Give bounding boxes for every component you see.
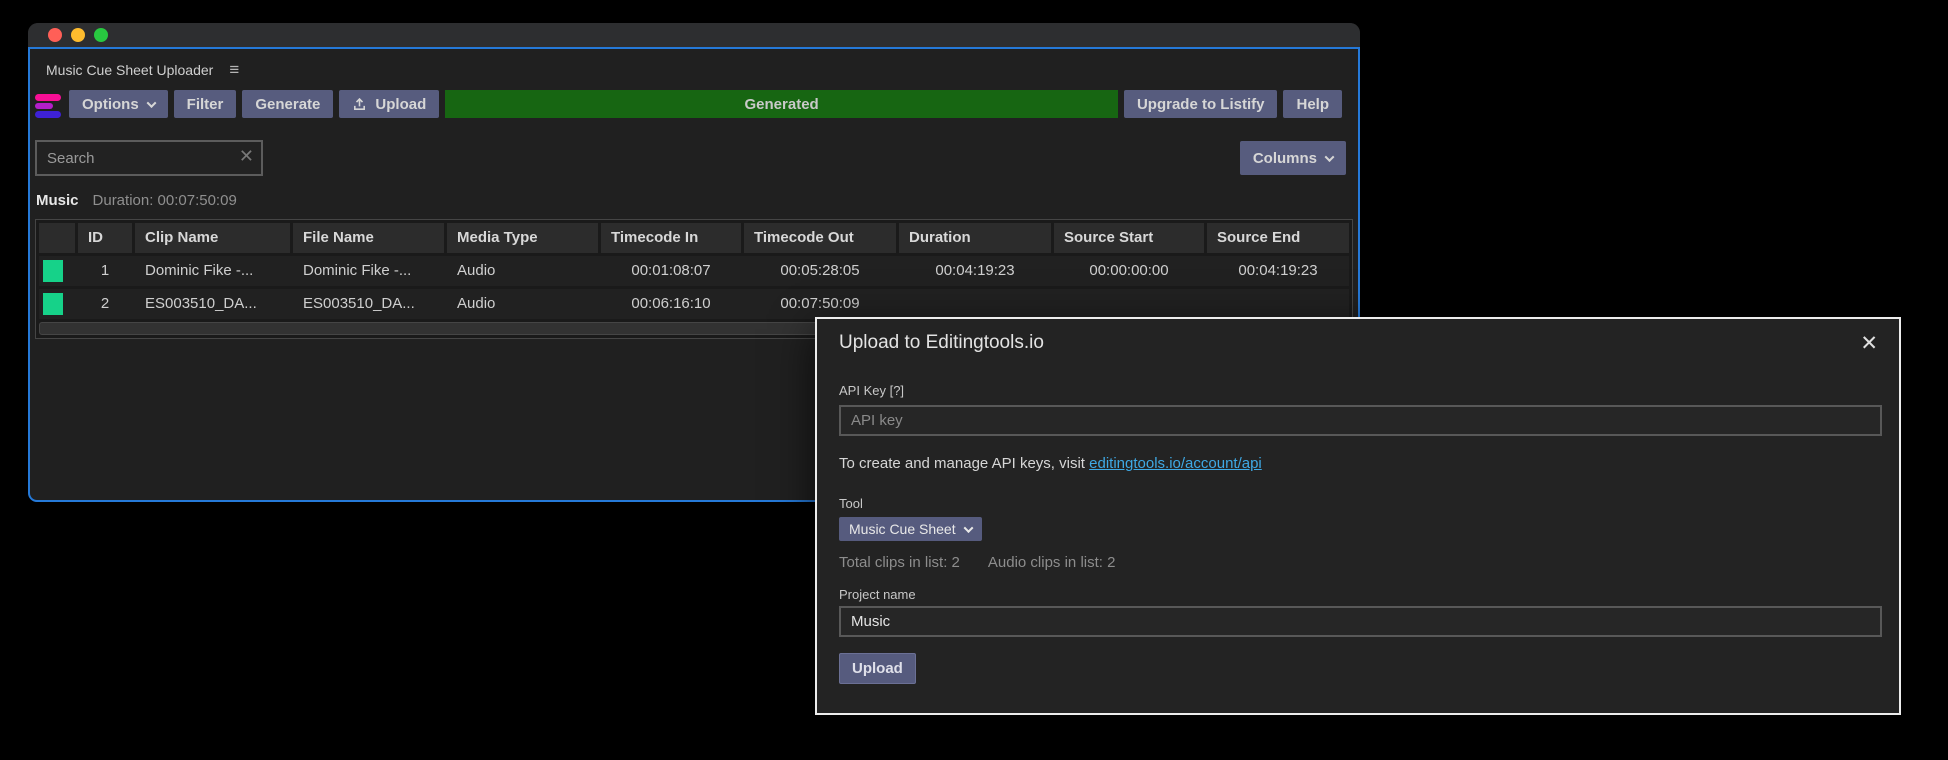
upload-button[interactable]: Upload [339,90,439,118]
dialog-upload-button-label: Upload [852,660,903,677]
cell-timecode-in: 00:06:16:10 [601,289,741,319]
help-button-label: Help [1296,96,1329,113]
column-header-color[interactable] [39,223,75,253]
cell-clip-name: Dominic Fike -... [135,256,290,286]
column-header-media-type[interactable]: Media Type [447,223,598,253]
clip-stats: Total clips in list: 2 Audio clips in li… [839,554,1882,571]
cell-source-end: 00:04:19:23 [1207,256,1349,286]
column-header-clip-name[interactable]: Clip Name [135,223,290,253]
chevron-down-icon [1325,152,1335,162]
api-help-text: To create and manage API keys, visit edi… [839,455,1882,472]
traffic-light-close-icon[interactable] [48,28,62,42]
api-help-prefix: To create and manage API keys, visit [839,455,1089,472]
project-name-input[interactable] [839,606,1882,637]
tool-dropdown-value: Music Cue Sheet [849,521,956,537]
generate-button[interactable]: Generate [242,90,333,118]
column-header-source-end[interactable]: Source End [1207,223,1349,253]
project-name-label: Project name [839,587,1882,602]
options-button[interactable]: Options [69,90,168,118]
upload-dialog: Upload to Editingtools.io ✕ API Key [?] … [815,317,1901,715]
cell-file-name: ES003510_DA... [293,289,444,319]
filter-button-label: Filter [187,96,224,113]
cell-timecode-in: 00:01:08:07 [601,256,741,286]
search-row: ✕ Columns [35,140,1346,176]
clip-color-swatch [43,293,63,315]
cell-media-type: Audio [447,289,598,319]
total-clips-stat: Total clips in list: 2 [839,554,960,571]
chevron-down-icon [963,523,973,533]
dialog-title: Upload to Editingtools.io [839,332,1860,354]
clear-search-icon[interactable]: ✕ [239,146,254,167]
clip-color-swatch [43,260,63,282]
chevron-down-icon [146,98,156,108]
status-bar: Generated [445,90,1118,118]
tool-dropdown[interactable]: Music Cue Sheet [839,517,982,541]
cell-duration: 00:04:19:23 [899,256,1051,286]
dialog-upload-button[interactable]: Upload [839,653,916,684]
cell-id: 2 [78,289,132,319]
panel-menu-icon[interactable]: ≡ [229,61,239,78]
api-key-input[interactable] [839,405,1882,436]
column-header-id[interactable]: ID [78,223,132,253]
options-button-label: Options [82,96,139,113]
api-help-link[interactable]: editingtools.io/account/api [1089,455,1262,472]
upload-button-label: Upload [375,96,426,113]
traffic-light-minimize-icon[interactable] [71,28,85,42]
tool-label: Tool [839,496,1882,511]
columns-button-label: Columns [1253,150,1317,167]
upload-icon [352,97,367,112]
cell-clip-name: ES003510_DA... [135,289,290,319]
column-header-source-start[interactable]: Source Start [1054,223,1204,253]
traffic-light-zoom-icon[interactable] [94,28,108,42]
filter-button[interactable]: Filter [174,90,237,118]
column-header-timecode-in[interactable]: Timecode In [601,223,741,253]
cell-source-start: 00:00:00:00 [1054,256,1204,286]
help-button[interactable]: Help [1283,90,1342,118]
table-row[interactable]: 1 Dominic Fike -... Dominic Fike -... Au… [39,256,1349,286]
titlebar[interactable] [28,23,1360,47]
columns-button[interactable]: Columns [1240,141,1346,175]
sequence-info: Music Duration: 00:07:50:09 [36,192,1358,209]
panel-title: Music Cue Sheet Uploader [46,62,213,78]
column-header-file-name[interactable]: File Name [293,223,444,253]
column-header-timecode-out[interactable]: Timecode Out [744,223,896,253]
cell-timecode-out: 00:07:50:09 [744,289,896,319]
cell-file-name: Dominic Fike -... [293,256,444,286]
table-header-row: ID Clip Name File Name Media Type Timeco… [39,223,1349,253]
upgrade-to-listify-button[interactable]: Upgrade to Listify [1124,90,1278,118]
cell-timecode-out: 00:05:28:05 [744,256,896,286]
editingtools-logo-icon [35,90,63,118]
cell-id: 1 [78,256,132,286]
table-row[interactable]: 2 ES003510_DA... ES003510_DA... Audio 00… [39,289,1349,319]
toolbar: Options Filter Generate Upload [35,90,1342,118]
sequence-name: Music [36,192,79,209]
api-key-label: API Key [?] [839,383,1882,398]
desktop-background: Music Cue Sheet Uploader ≡ Options Filte… [0,0,1948,760]
audio-clips-stat: Audio clips in list: 2 [988,554,1116,571]
sequence-duration: Duration: 00:07:50:09 [93,192,237,209]
status-label: Generated [745,96,819,113]
cell-media-type: Audio [447,256,598,286]
upgrade-button-label: Upgrade to Listify [1137,96,1265,113]
close-icon[interactable]: ✕ [1860,333,1882,354]
search-input[interactable] [35,140,263,176]
column-header-duration[interactable]: Duration [899,223,1051,253]
generate-button-label: Generate [255,96,320,113]
